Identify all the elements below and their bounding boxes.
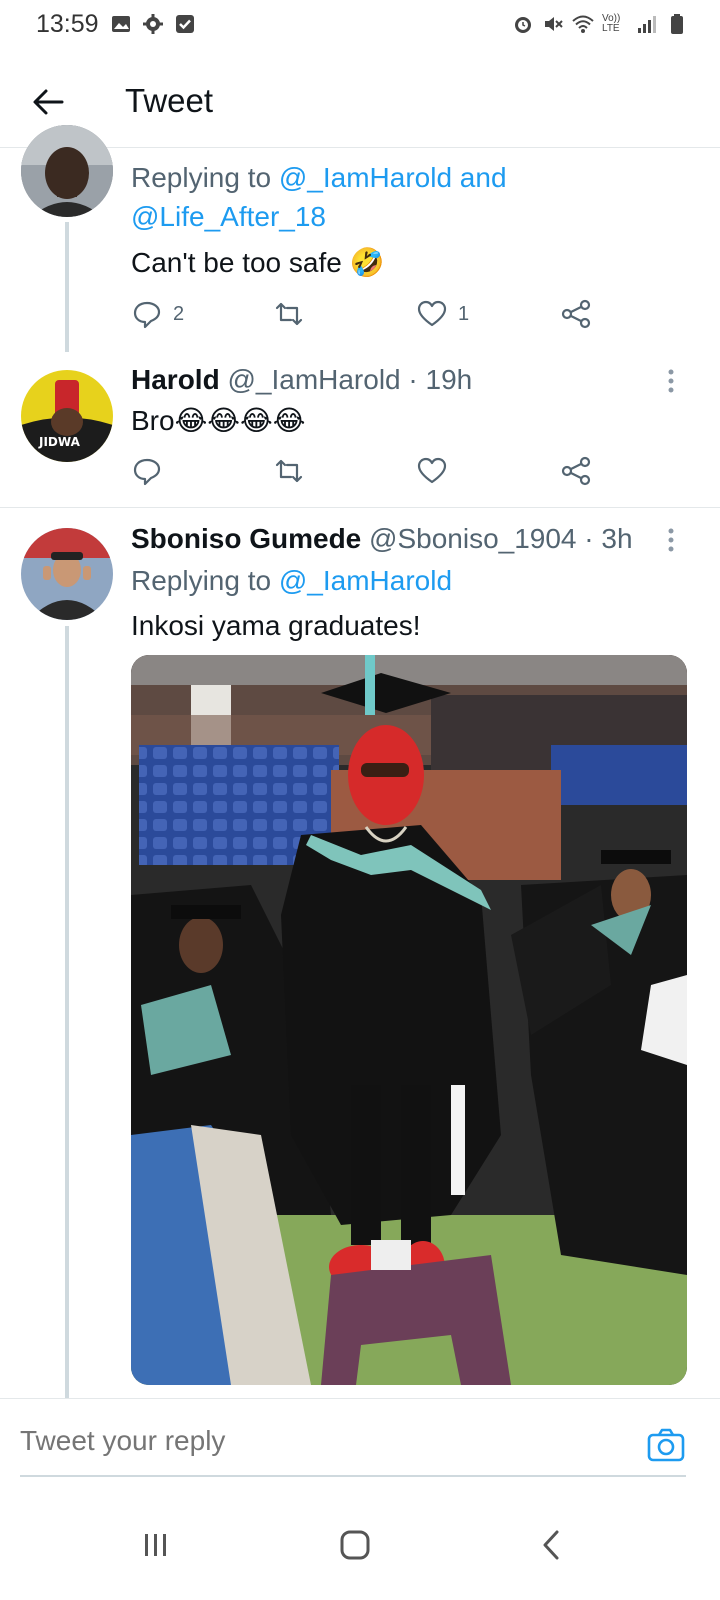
user-handle[interactable]: @Sboniso_1904 bbox=[369, 523, 576, 554]
avatar-photo: JIDWA bbox=[21, 370, 113, 462]
like-button[interactable] bbox=[416, 455, 458, 487]
battery-icon bbox=[671, 14, 683, 34]
more-options-icon[interactable] bbox=[666, 527, 676, 553]
svg-text:JIDWA: JIDWA bbox=[38, 435, 81, 449]
thread-line bbox=[65, 222, 69, 352]
wifi-icon bbox=[572, 15, 594, 33]
heart-icon bbox=[417, 300, 447, 327]
back-arrow-icon[interactable] bbox=[28, 82, 68, 122]
avatar[interactable] bbox=[21, 125, 113, 217]
top-bar: Tweet bbox=[0, 52, 720, 148]
tweet-time: · 19h bbox=[408, 364, 473, 395]
like-button[interactable]: 1 bbox=[416, 298, 469, 330]
tweet-header: Sboniso Gumede @Sboniso_1904 · 3h bbox=[131, 523, 633, 555]
like-count: 1 bbox=[458, 302, 470, 325]
user-handle[interactable]: @_IamHarold bbox=[227, 364, 400, 395]
tweet-media-photo[interactable] bbox=[131, 655, 687, 1385]
graduation-photo bbox=[131, 655, 687, 1385]
mention-link-2[interactable]: @Life_After_18 bbox=[131, 201, 326, 233]
reply-icon bbox=[133, 301, 161, 329]
retweet-icon bbox=[275, 302, 303, 326]
share-button[interactable] bbox=[560, 455, 592, 487]
avatar-photo bbox=[21, 528, 113, 620]
signal-icon bbox=[638, 16, 656, 33]
thread-line bbox=[65, 626, 69, 1398]
share-icon bbox=[561, 299, 591, 329]
share-icon bbox=[561, 456, 591, 486]
reply-input-underline bbox=[20, 1475, 686, 1477]
retweet-button[interactable] bbox=[273, 455, 315, 487]
replying-to: Replying to @_IamHarold and bbox=[131, 162, 507, 194]
reply-bar bbox=[0, 1398, 720, 1488]
avatar[interactable]: JIDWA bbox=[21, 370, 113, 462]
tweet-body: Bro😂😂😂😂 bbox=[131, 405, 306, 436]
check-box-icon bbox=[176, 15, 194, 33]
share-button[interactable] bbox=[560, 298, 592, 330]
retweet-button[interactable] bbox=[273, 298, 315, 330]
alarm-icon bbox=[515, 17, 531, 33]
display-name[interactable]: Sboniso Gumede bbox=[131, 523, 361, 554]
status-bar: 13:59 Vo)) LTE bbox=[0, 0, 720, 52]
gear-icon bbox=[143, 14, 163, 34]
more-options-icon[interactable] bbox=[666, 368, 676, 394]
avatar[interactable] bbox=[21, 528, 113, 620]
system-nav-bar bbox=[0, 1490, 720, 1600]
avatar-photo bbox=[21, 125, 113, 217]
reply-input[interactable] bbox=[20, 1425, 580, 1457]
mention-link[interactable]: @_IamHarold bbox=[279, 565, 452, 596]
replying-to-label: Replying to bbox=[131, 162, 272, 193]
replying-to: Replying to @_IamHarold bbox=[131, 565, 452, 597]
tweet-body: Can't be too safe 🤣 bbox=[131, 247, 385, 278]
mention-link[interactable]: @_IamHarold and bbox=[279, 162, 507, 193]
reply-button[interactable] bbox=[131, 455, 173, 487]
tweet-time: · 3h bbox=[584, 523, 633, 554]
display-name[interactable]: Harold bbox=[131, 364, 220, 395]
home-icon[interactable] bbox=[330, 1520, 380, 1570]
volte-icon: Vo)) LTE bbox=[602, 13, 621, 34]
page-title: Tweet bbox=[125, 82, 214, 119]
tweet-body: Inkosi yama graduates! bbox=[131, 610, 421, 641]
tweet-header: Harold @_IamHarold · 19h bbox=[131, 364, 472, 396]
camera-icon[interactable] bbox=[646, 1425, 686, 1465]
retweet-icon bbox=[275, 459, 303, 483]
back-icon[interactable] bbox=[527, 1520, 577, 1570]
recent-apps-icon[interactable] bbox=[131, 1520, 181, 1570]
tweet-divider bbox=[0, 507, 720, 508]
mute-icon bbox=[545, 17, 563, 31]
reply-icon bbox=[133, 458, 161, 486]
status-time: 13:59 bbox=[36, 10, 99, 38]
replying-to-label: Replying to bbox=[131, 565, 272, 596]
reply-button[interactable]: 2 bbox=[131, 298, 184, 330]
reply-count: 2 bbox=[173, 302, 185, 325]
heart-icon bbox=[417, 457, 447, 484]
image-icon bbox=[112, 16, 130, 32]
